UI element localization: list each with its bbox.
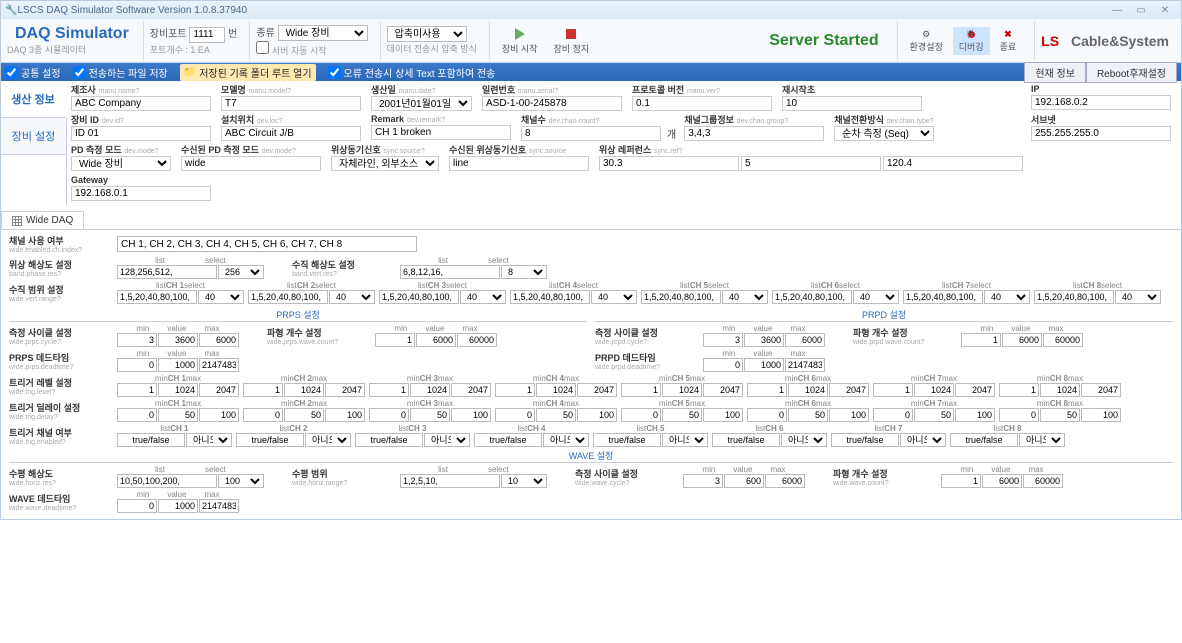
send-save-item[interactable]: 전송하는 파일 저장 [73, 65, 168, 80]
info-select[interactable]: Wide 장비 [71, 156, 171, 171]
app-subtitle: DAQ 3종 시뮬레이터 [7, 43, 137, 56]
app-icon: 🔧 [5, 5, 17, 16]
prpd-section-title: PRPD 설정 [595, 308, 1173, 322]
prps-section-title: PRPS 설정 [9, 308, 587, 322]
list-input[interactable] [117, 474, 217, 488]
minimize-button[interactable]: — [1105, 5, 1129, 16]
info-field[interactable] [71, 96, 211, 111]
tab-production-info[interactable]: 생산 정보 [1, 81, 67, 118]
info-field[interactable] [221, 126, 361, 141]
info-field[interactable] [782, 96, 922, 111]
info-field[interactable] [1031, 126, 1171, 141]
list-select[interactable]: 8 [501, 265, 547, 279]
folder-icon: 📁 [184, 67, 196, 78]
list-select[interactable]: 10 [501, 474, 547, 488]
exit-button[interactable]: ✖종료 [994, 27, 1023, 55]
grid-icon [12, 216, 22, 226]
env-settings-button[interactable]: ⚙환경설정 [904, 27, 949, 55]
maximize-button[interactable]: ▭ [1129, 5, 1153, 16]
auto-start-checkbox[interactable] [256, 41, 269, 54]
current-info-button[interactable]: 현재 정보 [1024, 62, 1086, 83]
info-field[interactable] [449, 156, 589, 171]
compression-select[interactable]: 압축미사용 [387, 26, 467, 42]
info-field[interactable] [221, 96, 361, 111]
port-input[interactable] [189, 27, 225, 43]
info-field[interactable] [181, 156, 321, 171]
device-start-button[interactable]: 장비 시작 [496, 24, 544, 57]
info-select[interactable]: 2001년01월01일 [371, 96, 472, 111]
bug-icon: 🐞 [966, 29, 977, 40]
list-input[interactable] [117, 265, 217, 279]
brand-logo: LS Cable&System [1034, 21, 1175, 60]
list-input[interactable] [400, 265, 500, 279]
secondary-toolbar: 공통 설정 전송하는 파일 저장 📁 저장된 기록 폴더 루트 열기 오류 전송… [1, 63, 1181, 81]
channel-use-input[interactable] [117, 236, 417, 252]
wave-section-title: WAVE 설정 [9, 449, 1173, 463]
error-text-item[interactable]: 오류 전송시 상세 Text 포함하여 전송 [328, 65, 496, 80]
tab-device-settings[interactable]: 장비 설정 [1, 118, 66, 155]
type-label: 종류 [256, 28, 274, 39]
gear-icon: ⚙ [922, 29, 930, 40]
debug-button[interactable]: 🐞디버깅 [953, 27, 990, 55]
close-button[interactable]: ✕ [1153, 5, 1177, 16]
list-input[interactable] [400, 474, 500, 488]
reboot-reset-button[interactable]: Reboot후재설정 [1086, 62, 1177, 83]
tab-wide-daq[interactable]: Wide DAQ [1, 211, 84, 229]
list-select[interactable]: 256 [218, 265, 264, 279]
info-field[interactable] [71, 126, 211, 141]
info-field[interactable] [632, 96, 772, 111]
common-settings-item[interactable]: 공통 설정 [5, 65, 61, 80]
list-select[interactable]: 100 [218, 474, 264, 488]
info-select[interactable]: 순차 측정 (Seq) [834, 126, 934, 141]
server-status: Server Started [769, 32, 878, 50]
open-root-folder-button[interactable]: 📁 저장된 기록 폴더 루트 열기 [180, 64, 316, 81]
ribbon-toolbar: DAQ Simulator DAQ 3종 시뮬레이터 장비포트 번 포트개수 :… [1, 19, 1181, 63]
info-field[interactable] [482, 96, 622, 111]
device-type-select[interactable]: Wide 장비 [278, 25, 368, 41]
window-title: LSCS DAQ Simulator Software Version 1.0.… [17, 5, 247, 16]
window-titlebar: 🔧 LSCS DAQ Simulator Software Version 1.… [1, 1, 1181, 19]
device-stop-button[interactable]: 장비 정지 [548, 24, 596, 57]
info-field[interactable] [521, 126, 661, 141]
info-select[interactable]: 자체라인, 외부소스 [331, 156, 439, 171]
info-field[interactable] [1031, 95, 1171, 110]
close-icon: ✖ [1004, 29, 1012, 40]
info-field[interactable] [684, 126, 824, 141]
port-label: 장비포트 [150, 29, 187, 40]
info-field[interactable] [71, 186, 211, 201]
info-field[interactable] [371, 125, 511, 140]
app-title: DAQ Simulator [15, 25, 129, 43]
